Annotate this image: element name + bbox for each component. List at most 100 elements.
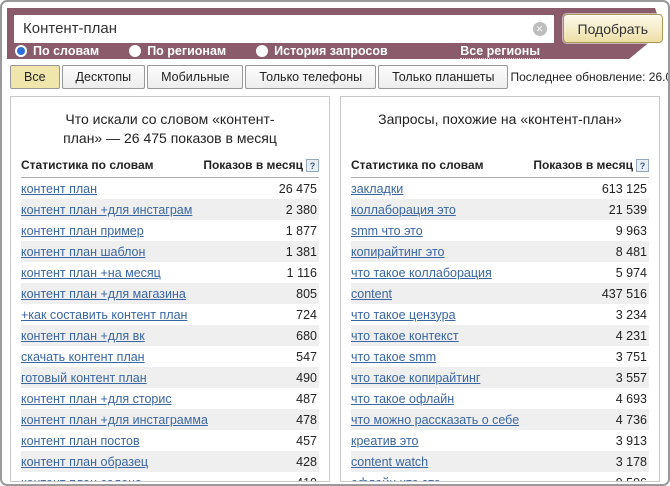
shows-value: 2 380 [286, 203, 317, 217]
table-row: контент план +для вк680 [21, 325, 319, 346]
table-row: контент план салона410 [21, 472, 319, 482]
shows-value: 4 231 [616, 329, 647, 343]
clear-search-icon[interactable]: ✕ [533, 22, 547, 36]
shows-value: 1 116 [287, 266, 317, 280]
table-row: контент план постов 457 [21, 430, 319, 451]
keyword-link[interactable]: готовый контент план [21, 371, 147, 385]
tab-desktops[interactable]: Десктопы [62, 65, 146, 89]
table-row: контент план +для сторис 487 [21, 388, 319, 409]
shows-value: 9 596 [616, 476, 647, 483]
keyword-link[interactable]: что такое smm [351, 350, 436, 364]
shows-value: 457 [296, 434, 317, 448]
keyword-link[interactable]: что такое коллаборация [351, 266, 492, 280]
keyword-link[interactable]: контент план +для инстаграм [21, 203, 192, 217]
keyword-link[interactable]: офлайн что это [351, 476, 441, 483]
keyword-link[interactable]: копирайтинг это [351, 245, 444, 259]
keyword-link[interactable]: контент план +для сторис [21, 392, 172, 406]
help-icon[interactable]: ? [306, 159, 319, 172]
keyword-link[interactable]: что можно рассказать о себе [351, 413, 519, 427]
right-panel: Запросы, похожие на «контент-план» Стати… [340, 96, 660, 482]
select-button[interactable]: Подобрать [563, 14, 664, 43]
table-row: контент план образец428 [21, 451, 319, 472]
keywords-table-header: Статистика по словам Показов в месяц ? [21, 152, 319, 178]
table-row: smm что это 9 963 [351, 220, 649, 241]
table-row: контент план +на месяц 1 116 [21, 262, 319, 283]
keyword-link[interactable]: что такое контекст [351, 329, 459, 343]
radio-by-regions[interactable]: По регионам [129, 44, 226, 58]
keyword-link[interactable]: content [351, 287, 392, 301]
shows-value: 8 481 [616, 245, 647, 259]
keyword-link[interactable]: скачать контент план [21, 350, 145, 364]
panel-title-line: Запросы, похожие на «контент-план» [351, 110, 649, 129]
table-row: контент план пример1 877 [21, 220, 319, 241]
radio-by-words[interactable]: По словам [15, 44, 99, 58]
radio-label: По регионам [147, 44, 226, 58]
keyword-link[interactable]: креатив это [351, 434, 419, 448]
table-row: контент план +для магазина 805 [21, 283, 319, 304]
panel-title: Что искали со словом «контент- план» — 2… [21, 110, 319, 150]
tab-mobile[interactable]: Мобильные [147, 65, 243, 89]
keyword-link[interactable]: content watch [351, 455, 428, 469]
help-icon[interactable]: ? [636, 159, 649, 172]
keyword-link[interactable]: контент план пример [21, 224, 144, 238]
keyword-link[interactable]: что такое копирайтинг [351, 371, 480, 385]
keyword-link[interactable]: smm что это [351, 224, 423, 238]
radio-dot-icon [256, 45, 268, 57]
shows-value: 547 [296, 350, 317, 364]
keyword-link[interactable]: коллаборация это [351, 203, 456, 217]
panel-title-line: план» — 26 475 показов в месяц [21, 129, 319, 148]
shows-value: 1 381 [286, 245, 317, 259]
keyword-link[interactable]: контент план +для магазина [21, 287, 186, 301]
radio-label: По словам [33, 44, 99, 58]
table-row: что такое цензура 3 234 [351, 304, 649, 325]
shows-value: 3 178 [616, 455, 647, 469]
table-row: контент план +для инстаграм 2 380 [21, 199, 319, 220]
table-row: скачать контент план 547 [21, 346, 319, 367]
keyword-link[interactable]: контент план шаблон [21, 245, 145, 259]
keywords-table: контент план 26 475 контент план +для инст… [21, 178, 319, 482]
shows-value: 487 [296, 392, 317, 406]
tab-phones-only[interactable]: Только телефоны [245, 65, 376, 89]
device-toolbar: Все Десктопы Мобильные Только телефоны Т… [10, 65, 660, 89]
keyword-link[interactable]: контент план образец [21, 455, 148, 469]
keyword-link[interactable]: +как составить контент план [21, 308, 187, 322]
radio-label: История запросов [274, 44, 388, 58]
table-row: офлайн что это 9 596 [351, 472, 649, 482]
keyword-link[interactable]: контент план салона [21, 476, 142, 483]
table-row: что такое контекст 4 231 [351, 325, 649, 346]
table-row: что такое копирайтинг 3 557 [351, 367, 649, 388]
shows-value: 613 125 [602, 182, 647, 196]
shows-value: 3 557 [616, 371, 647, 385]
shows-value: 26 475 [279, 182, 317, 196]
shows-value: 3 234 [616, 308, 647, 322]
tab-all[interactable]: Все [10, 65, 60, 89]
keyword-link[interactable]: контент план +для инстаграмма [21, 413, 208, 427]
shows-value: 5 974 [616, 266, 647, 280]
table-row: коллаборация это 21 539 [351, 199, 649, 220]
keyword-link[interactable]: контент план постов [21, 434, 140, 448]
keyword-column-header: Статистика по словам [351, 158, 484, 172]
keyword-link[interactable]: что такое офлайн [351, 392, 454, 406]
shows-value: 9 963 [616, 224, 647, 238]
radio-history[interactable]: История запросов [256, 44, 388, 58]
shows-value: 21 539 [609, 203, 647, 217]
all-regions-link[interactable]: Все регионы [460, 44, 540, 59]
keywords-table: закладки 613 125 коллаборация это 21 539 smm… [351, 178, 649, 482]
search-input[interactable] [14, 15, 554, 43]
keyword-link[interactable]: контент план +на месяц [21, 266, 161, 280]
shows-value: 4 693 [616, 392, 647, 406]
shows-value: 724 [296, 308, 317, 322]
keyword-link[interactable]: что такое цензура [351, 308, 456, 322]
shows-value: 805 [296, 287, 317, 301]
tab-tablets-only[interactable]: Только планшеты [378, 65, 508, 89]
header: ✕ Подобрать По словам По регионам Истори… [7, 8, 663, 59]
radio-dot-icon [15, 45, 27, 57]
shows-value: 4 736 [616, 413, 647, 427]
shows-value: 3 751 [616, 350, 647, 364]
last-update-text: Последнее обновление: 26.05.2022 [510, 70, 670, 84]
keyword-link[interactable]: контент план [21, 182, 97, 196]
table-row: что такое smm 3 751 [351, 346, 649, 367]
shows-value: 437 516 [602, 287, 647, 301]
keyword-link[interactable]: закладки [351, 182, 403, 196]
keyword-link[interactable]: контент план +для вк [21, 329, 145, 343]
